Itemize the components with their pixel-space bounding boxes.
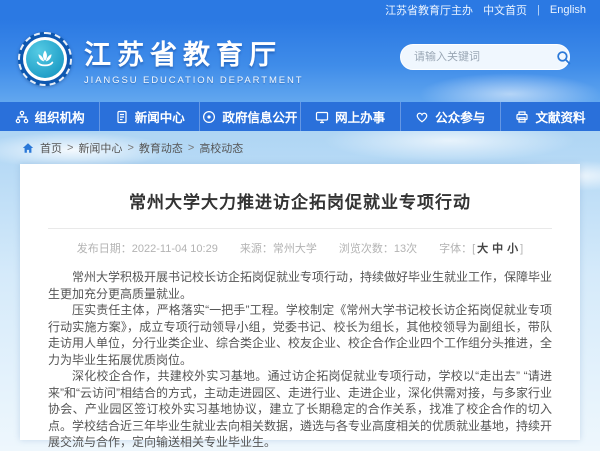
breadcrumb-university-news[interactable]: 高校动态 [199,140,243,156]
nav-item-news-center[interactable]: 新闻中心 [100,102,200,131]
article-paragraph: 常州大学积极开展书记校长访企拓岗促就业专项行动，持续做好毕业生就业工作，保障毕业… [48,269,552,302]
content-background: 首页 > 新闻中心 > 教育动态 > 高校动态 常州大学大力推进访企拓岗促就业专… [0,131,600,451]
search-box [400,44,570,70]
topbar-link-chinese-home[interactable]: 中文首页 [483,2,527,18]
font-size-small-button[interactable]: 小 [507,243,518,255]
font-size-medium-button[interactable]: 中 [492,243,503,255]
logo-core [26,40,64,78]
nav-item-label: 网上办事 [335,107,385,126]
article-card: 常州大学大力推进访企拓岗促就业专项行动 发布日期：2022-11-04 10:2… [20,164,580,440]
breadcrumb-home[interactable]: 首页 [40,140,62,156]
breadcrumb-separator: > [188,142,194,154]
nav-item-label: 组织机构 [35,107,85,126]
page: 江苏省教育厅主办 中文首页 | English [0,0,600,451]
topbar: 江苏省教育厅主办 中文首页 | English [0,0,600,20]
article-body: 常州大学积极开展书记校长访企拓岗促就业专项行动，持续做好毕业生就业工作，保障毕业… [48,269,552,451]
font-size-control: 字体：[大中小] [439,243,523,255]
article-meta: 发布日期：2022-11-04 10:29 来源：常州大学 浏览次数：13次 字体：[… [48,240,552,256]
document-icon [115,110,129,124]
search-input[interactable] [414,51,556,63]
home-icon [22,142,34,154]
heart-icon [415,110,429,124]
topbar-link-host[interactable]: 江苏省教育厅主办 [385,2,473,18]
search-icon[interactable] [556,50,571,65]
topbar-divider: | [537,4,540,16]
nav-item-online-services[interactable]: 网上办事 [301,102,401,131]
nav-item-label: 政府信息公开 [222,107,297,126]
breadcrumb: 首页 > 新闻中心 > 教育动态 > 高校动态 [0,131,600,156]
nav-item-label: 公众参与 [435,107,485,126]
site-subtitle: JIANGSU EDUCATION DEPARTMENT [84,75,303,86]
site-brand[interactable]: 江苏省教育厅 JIANGSU EDUCATION DEPARTMENT [18,32,303,86]
lotus-icon [32,46,58,72]
nav-item-gov-info-disclosure[interactable]: 政府信息公开 [200,102,300,131]
brand-text: 江苏省教育厅 JIANGSU EDUCATION DEPARTMENT [84,33,303,86]
nav-item-label: 新闻中心 [135,107,185,126]
article-source: 来源：常州大学 [240,243,317,255]
view-count: 浏览次数：13次 [339,243,417,255]
publish-date: 发布日期：2022-11-04 10:29 [77,243,218,255]
main-nav: 组织机构 新闻中心 政府信息公开 网上办事 [0,102,600,131]
org-chart-icon [15,110,29,124]
breadcrumb-education-news[interactable]: 教育动态 [139,140,183,156]
breadcrumb-separator: > [67,142,73,154]
topbar-link-english[interactable]: English [550,4,586,16]
nav-item-organization[interactable]: 组织机构 [0,102,100,131]
nav-item-public-participation[interactable]: 公众参与 [401,102,501,131]
printer-icon [515,110,529,124]
nav-item-documents[interactable]: 文献资料 [501,102,600,131]
logo-ring [23,37,67,81]
monitor-icon [315,110,329,124]
breadcrumb-news-center[interactable]: 新闻中心 [78,140,122,156]
article-paragraph: 深化校企合作，共建校外实习基地。通过访企拓岗促就业专项行动，学校以“走出去” “… [48,368,552,451]
page-title: 常州大学大力推进访企拓岗促就业专项行动 [48,188,552,213]
info-circle-icon [202,110,216,124]
site-logo-icon [18,32,72,86]
font-size-large-button[interactable]: 大 [477,243,488,255]
nav-item-label: 文献资料 [535,107,585,126]
title-divider [48,228,552,229]
site-title: 江苏省教育厅 [84,33,303,72]
site-header: 江苏省教育厅 JIANGSU EDUCATION DEPARTMENT [0,20,600,102]
breadcrumb-separator: > [127,142,133,154]
article-paragraph: 压实责任主体，严格落实“一把手”工程。学校制定《常州大学书记校长访企拓岗促就业专… [48,302,552,368]
